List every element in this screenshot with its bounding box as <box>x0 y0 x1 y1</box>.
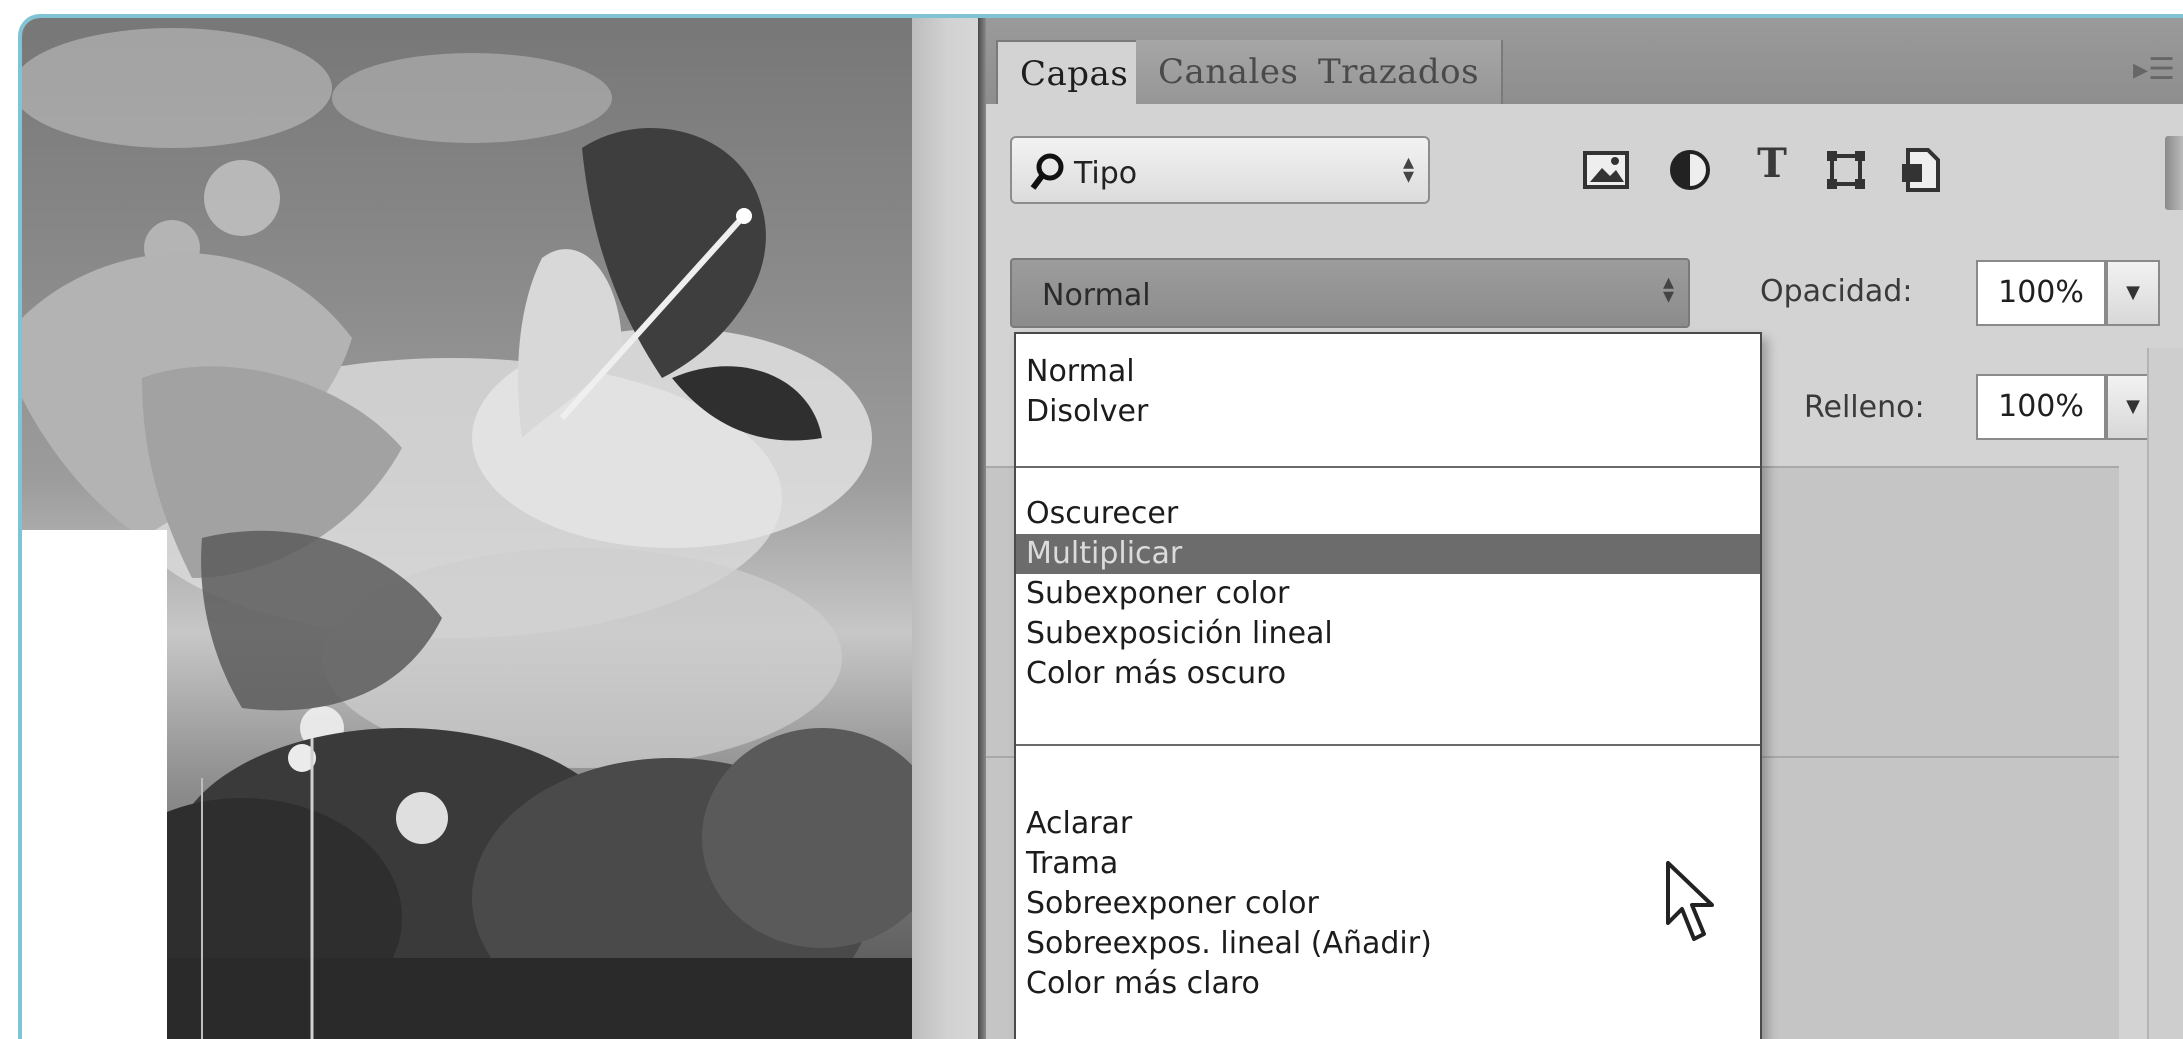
blend-mode-selected: Normal <box>1042 278 1151 313</box>
blend-option-oscurecer[interactable]: Oscurecer <box>1016 494 1760 534</box>
blend-option-sobreexponer-color[interactable]: Sobreexponer color <box>1016 884 1760 924</box>
blend-mode-select[interactable]: Normal ▴ ▾ <box>1010 258 1690 328</box>
filter-toggle-switch[interactable] <box>2165 136 2183 210</box>
white-overlay-block <box>22 530 167 1039</box>
shape-filter-icon[interactable] <box>1824 148 1868 192</box>
tab-capas[interactable]: Capas <box>996 40 1153 104</box>
blend-option-color-mas-claro[interactable]: Color más claro <box>1016 964 1760 1004</box>
layers-panel: Capas Canales Trazados ▸☰ Tipo ▴ ▾ T Nor… <box>986 18 2183 1039</box>
screenshot-frame: Capas Canales Trazados ▸☰ Tipo ▴ ▾ T Nor… <box>18 14 2183 1039</box>
panel-tab-bar: Capas Canales Trazados ▸☰ <box>986 18 2183 104</box>
blend-option-disolver[interactable]: Disolver <box>1016 392 1760 432</box>
filter-kind-select[interactable]: Tipo ▴ ▾ <box>1010 136 1430 204</box>
blend-mode-dropdown: Normal Disolver Oscurecer Multiplicar Su… <box>1014 332 1762 1039</box>
document-canvas[interactable] <box>22 18 912 1039</box>
adjustment-filter-icon[interactable] <box>1668 148 1712 192</box>
blend-option-normal[interactable]: Normal <box>1016 352 1760 392</box>
updown-arrows-icon: ▴ ▾ <box>1662 270 1674 309</box>
opacity-label: Opacidad: <box>1760 274 1913 309</box>
updown-arrows-icon: ▴ ▾ <box>1402 150 1414 189</box>
blend-option-multiplicar[interactable]: Multiplicar <box>1016 534 1760 574</box>
fill-input[interactable]: 100% <box>1976 374 2106 440</box>
opacity-input[interactable]: 100% <box>1976 260 2106 326</box>
fill-label: Relleno: <box>1804 390 1925 425</box>
blend-option-subexposicion-lineal[interactable]: Subexposición lineal <box>1016 614 1760 654</box>
search-icon <box>1030 153 1064 190</box>
menu-separator <box>1016 744 1760 746</box>
opacity-dropdown-arrow[interactable]: ▼ <box>2106 260 2160 326</box>
menu-separator <box>1016 466 1760 468</box>
blend-option-sobreexpos-lineal[interactable]: Sobreexpos. lineal (Añadir) <box>1016 924 1760 964</box>
blend-option-trama[interactable]: Trama <box>1016 844 1760 884</box>
tab-trazados[interactable]: Trazados <box>1296 40 1504 104</box>
mouse-pointer-icon <box>1666 861 1714 941</box>
image-filter-icon[interactable] <box>1582 150 1630 190</box>
panel-menu-icon[interactable]: ▸☰ <box>2133 52 2175 87</box>
blend-option-subexponer-color[interactable]: Subexponer color <box>1016 574 1760 614</box>
filter-kind-label: Tipo <box>1074 156 1138 191</box>
tab-canales[interactable]: Canales <box>1136 40 1323 104</box>
blend-option-aclarar[interactable]: Aclarar <box>1016 804 1760 844</box>
layers-scrollbar[interactable] <box>2147 348 2183 1039</box>
blend-option-color-mas-oscuro[interactable]: Color más oscuro <box>1016 654 1760 694</box>
smart-object-filter-icon[interactable] <box>1898 146 1942 194</box>
type-filter-icon[interactable]: T <box>1750 140 1794 188</box>
panel-divider[interactable] <box>978 18 986 1039</box>
